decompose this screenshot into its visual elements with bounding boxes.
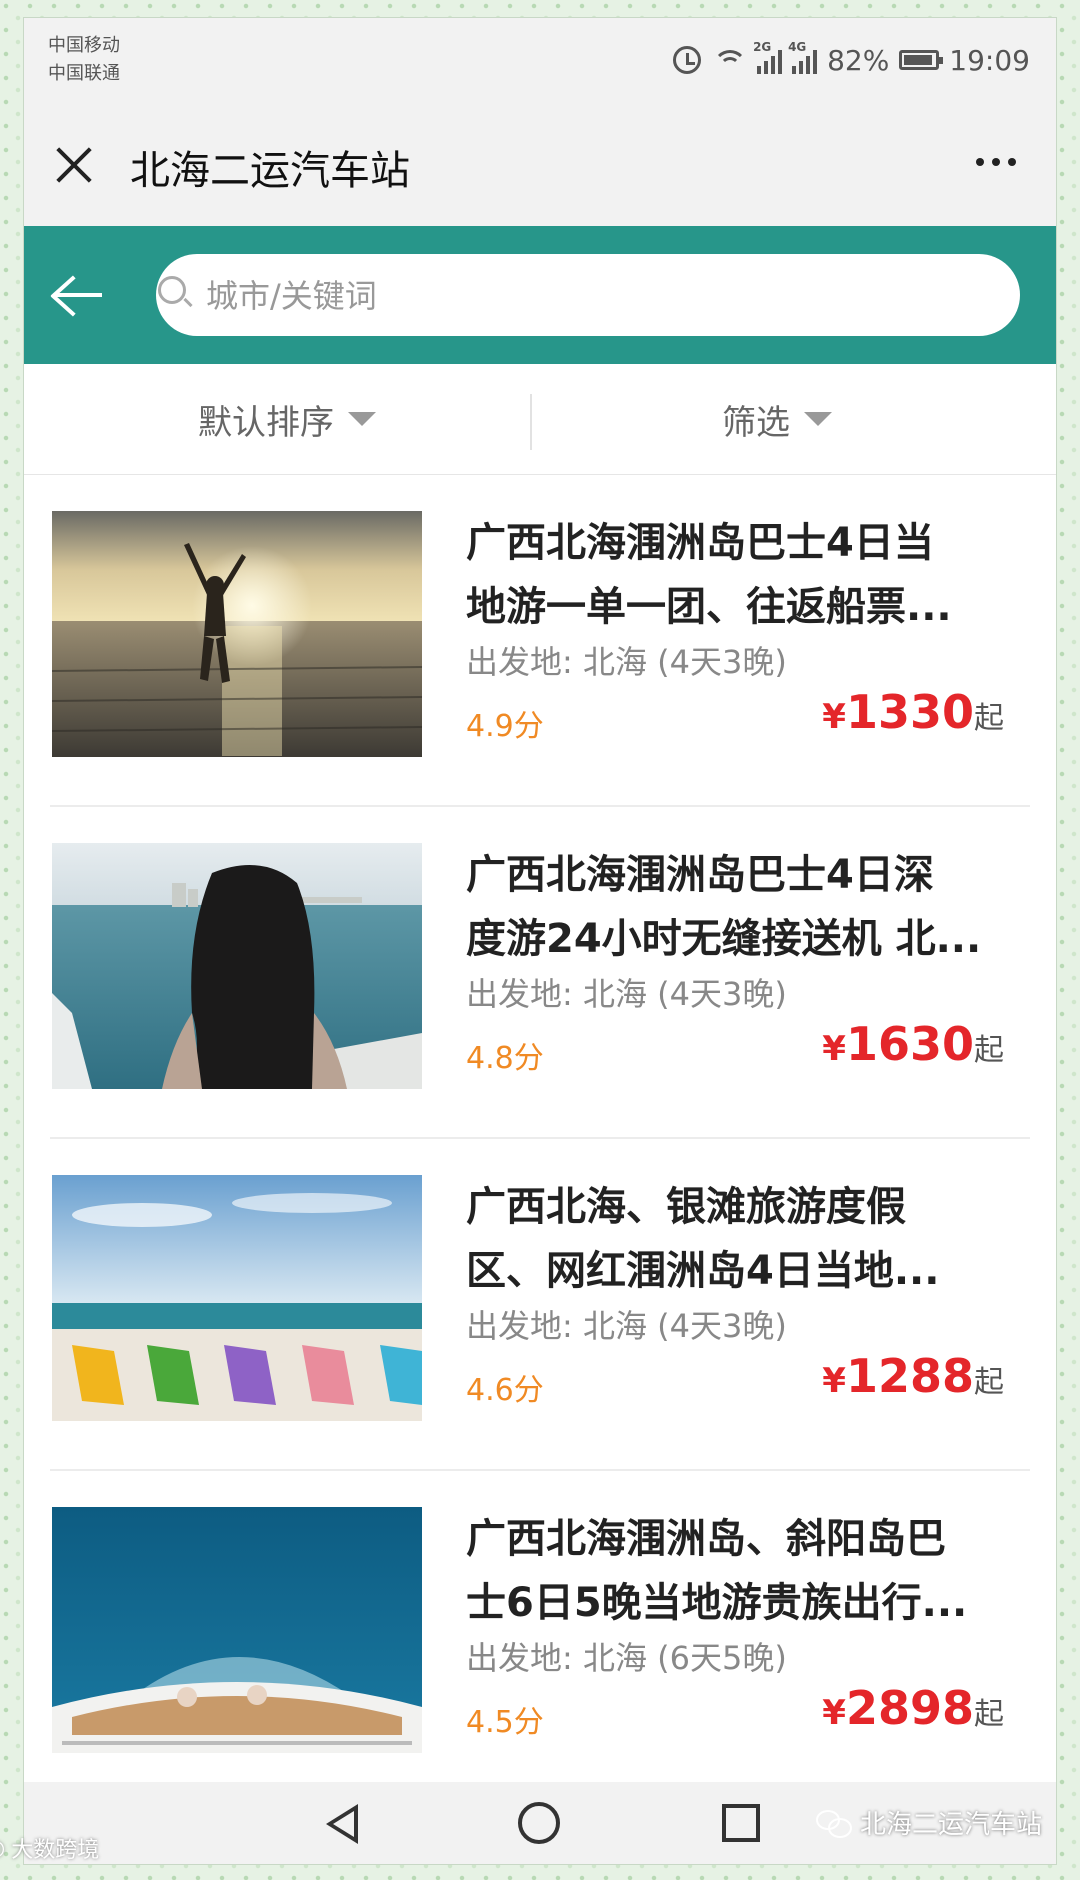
nav-recents-icon[interactable] <box>722 1804 760 1842</box>
default-sort-label: 默认排序 <box>198 402 334 443</box>
product-card[interactable]: 广西北海、银滩旅游度假 区、网红涠洲岛4日当地... 出发地: 北海 (4天3晚… <box>24 1139 1056 1471</box>
watermark-right-text: 北海二运汽车站 <box>859 1810 1042 1840</box>
watermark-left-text: 大数跨境 <box>11 1838 100 1863</box>
product-rating: 4.9分 <box>466 709 544 744</box>
system-nav-bar: 北海二运汽车站 <box>24 1782 1056 1864</box>
product-origin: 出发地: 北海 (6天5晚) <box>466 1639 787 1677</box>
product-price: ¥1288起 <box>822 1349 1004 1403</box>
product-title-line-2: 地游一单一团、往返船票... <box>466 584 952 630</box>
product-price: ¥2898起 <box>822 1681 1004 1735</box>
carrier-names: 中国移动 中国联通 <box>48 32 120 88</box>
product-title-line-1: 广西北海涠洲岛、斜阳岛巴 <box>466 1516 946 1562</box>
product-title[interactable]: 广西北海涠洲岛巴士4日深 度游24小时无缝接送机 北... <box>466 843 1006 971</box>
caret-down-icon <box>804 412 832 426</box>
signal-4g-icon: 4G <box>788 40 818 74</box>
carrier-2: 中国联通 <box>48 63 120 84</box>
status-icons: 2G 4G 82% 19:09 <box>673 40 1030 80</box>
battery-icon <box>899 50 944 70</box>
wifi-icon <box>711 46 748 74</box>
product-origin: 出发地: 北海 (4天3晚) <box>466 1307 787 1345</box>
price-value: 2898 <box>845 1681 974 1735</box>
signal-2g-icon: 2G <box>753 40 783 74</box>
product-rating: 4.5分 <box>466 1705 544 1740</box>
back-arrow-icon[interactable] <box>50 270 106 320</box>
close-icon[interactable] <box>54 144 94 184</box>
search-header <box>24 226 1056 364</box>
price-suffix: 起 <box>974 1697 1004 1732</box>
product-origin: 出发地: 北海 (4天3晚) <box>466 975 787 1013</box>
sort-filter-bar: 默认排序 筛选 <box>24 364 1056 475</box>
filter-button[interactable]: 筛选 <box>722 364 832 474</box>
price-currency: ¥ <box>822 697 846 737</box>
product-image-girl-at-sea <box>52 843 422 1089</box>
product-rating: 4.8分 <box>466 1041 544 1076</box>
nav-back-icon[interactable] <box>326 1804 358 1844</box>
product-image-beach-chairs <box>52 1175 422 1421</box>
watermark-left: ◎ 大数跨境 <box>0 1832 99 1864</box>
status-bar: 中国移动 中国联通 2G 4G 82% 19:09 <box>24 18 1056 108</box>
product-rating: 4.6分 <box>466 1373 544 1408</box>
phone-screen: 中国移动 中国联通 2G 4G 82% 19:09 北海二运汽车站 城市/关键词… <box>24 18 1056 1864</box>
net-type-2: 4G <box>788 40 807 54</box>
price-value: 1630 <box>845 1017 974 1071</box>
product-title[interactable]: 广西北海、银滩旅游度假 区、网红涠洲岛4日当地... <box>466 1175 1006 1303</box>
price-value: 1330 <box>845 685 974 739</box>
alarm-icon <box>673 46 702 74</box>
title-bar: 北海二运汽车站 <box>24 108 1056 226</box>
product-card[interactable]: 广西北海涠洲岛、斜阳岛巴 士6日5晚当地游贵族出行... 出发地: 北海 (6天… <box>24 1471 1056 1782</box>
product-title-line-1: 广西北海涠洲岛巴士4日当 <box>466 520 934 566</box>
price-currency: ¥ <box>822 1693 846 1733</box>
product-list: 广西北海涠洲岛巴士4日当 地游一单一团、往返船票... 出发地: 北海 (4天3… <box>24 475 1056 1782</box>
price-suffix: 起 <box>974 701 1004 736</box>
product-image-boat-deck <box>52 1507 422 1753</box>
price-suffix: 起 <box>974 1365 1004 1400</box>
default-sort-button[interactable]: 默认排序 <box>198 364 376 474</box>
watermark-right: 北海二运汽车站 <box>815 1804 1042 1841</box>
product-price: ¥1330起 <box>822 685 1004 739</box>
product-title[interactable]: 广西北海涠洲岛巴士4日当 地游一单一团、往返船票... <box>466 511 1006 639</box>
product-origin: 出发地: 北海 (4天3晚) <box>466 643 787 681</box>
page-title: 北海二运汽车站 <box>130 148 410 194</box>
clock: 19:09 <box>949 43 1030 77</box>
product-price: ¥1630起 <box>822 1017 1004 1071</box>
wechat-icon <box>815 1808 852 1838</box>
divider <box>530 394 532 450</box>
price-suffix: 起 <box>974 1033 1004 1068</box>
search-input[interactable] <box>204 254 988 338</box>
product-title-line-1: 广西北海涠洲岛巴士4日深 <box>466 852 934 898</box>
product-card[interactable]: 广西北海涠洲岛巴士4日深 度游24小时无缝接送机 北... 出发地: 北海 (4… <box>24 807 1056 1139</box>
price-value: 1288 <box>845 1349 974 1403</box>
product-title-line-2: 区、网红涠洲岛4日当地... <box>466 1248 940 1294</box>
caret-down-icon <box>348 412 376 426</box>
carrier-1: 中国移动 <box>48 35 120 56</box>
price-currency: ¥ <box>822 1361 846 1401</box>
product-title[interactable]: 广西北海涠洲岛、斜阳岛巴 士6日5晚当地游贵族出行... <box>466 1507 1006 1635</box>
product-title-line-2: 度游24小时无缝接送机 北... <box>466 916 982 962</box>
product-title-line-2: 士6日5晚当地游贵族出行... <box>466 1580 968 1626</box>
more-icon[interactable] <box>976 158 1016 166</box>
weibo-icon: ◎ <box>0 1836 5 1861</box>
battery-percent: 82% <box>827 43 890 77</box>
net-type-1: 2G <box>753 40 772 54</box>
price-currency: ¥ <box>822 1029 846 1069</box>
product-card[interactable]: 广西北海涠洲岛巴士4日当 地游一单一团、往返船票... 出发地: 北海 (4天3… <box>24 475 1056 807</box>
filter-label: 筛选 <box>722 402 790 443</box>
search-box[interactable] <box>156 254 1020 338</box>
nav-home-icon[interactable] <box>518 1802 560 1844</box>
product-title-line-1: 广西北海、银滩旅游度假 <box>466 1184 906 1230</box>
search-icon <box>158 276 186 304</box>
product-image-sunset-beach <box>52 511 422 757</box>
